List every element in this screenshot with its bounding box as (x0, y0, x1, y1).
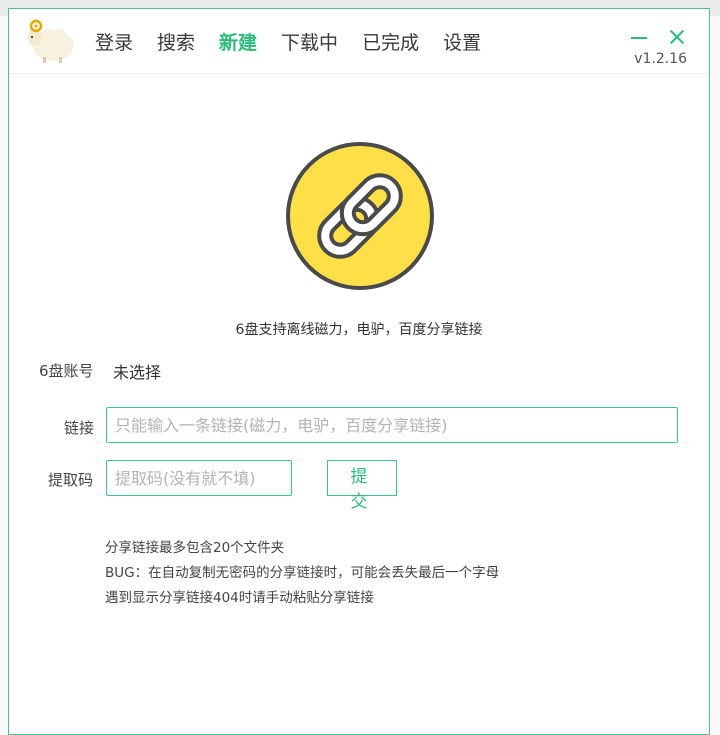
background-left-window (0, 16, 8, 735)
app-window: 登录 搜索 新建 下载中 已完成 设置 v1.2.16 6盘支持离线磁力，电驴，… (8, 8, 710, 735)
window-controls (629, 27, 687, 47)
main-nav: 登录 搜索 新建 下载中 已完成 设置 (95, 29, 505, 57)
sheep-logo-icon (28, 19, 74, 63)
submit-button[interactable]: 提 交 (327, 460, 397, 512)
close-icon[interactable] (667, 27, 687, 47)
account-label: 6盘账号 (39, 362, 94, 380)
nav-login[interactable]: 登录 (95, 29, 133, 57)
extract-code-input[interactable] (106, 460, 292, 496)
extract-code-label: 提取码 (48, 471, 94, 489)
nav-completed[interactable]: 已完成 (362, 29, 419, 57)
version-label: v1.2.16 (634, 51, 687, 67)
note-item: BUG：在自动复制无密码的分享链接时，可能会丢失最后一个字母 (105, 565, 500, 581)
minimize-icon[interactable] (629, 27, 649, 47)
nav-settings[interactable]: 设置 (443, 29, 481, 57)
link-label: 链接 (64, 419, 95, 437)
hero-tagline: 6盘支持离线磁力，电驴，百度分享链接 (235, 322, 483, 338)
account-value: 未选择 (113, 363, 162, 382)
link-input[interactable] (106, 407, 678, 443)
note-item: 遇到显示分享链接404时请手动粘贴分享链接 (105, 590, 374, 606)
nav-new[interactable]: 新建 (219, 29, 257, 57)
link-icon (286, 142, 434, 290)
title-bar[interactable]: 登录 搜索 新建 下载中 已完成 设置 v1.2.16 (9, 9, 709, 74)
nav-downloading[interactable]: 下载中 (281, 29, 338, 57)
note-item: 分享链接最多包含20个文件夹 (105, 540, 285, 556)
notes: 分享链接最多包含20个文件夹 BUG：在自动复制无密码的分享链接时，可能会丢失最… (105, 536, 499, 611)
nav-search[interactable]: 搜索 (157, 29, 195, 57)
